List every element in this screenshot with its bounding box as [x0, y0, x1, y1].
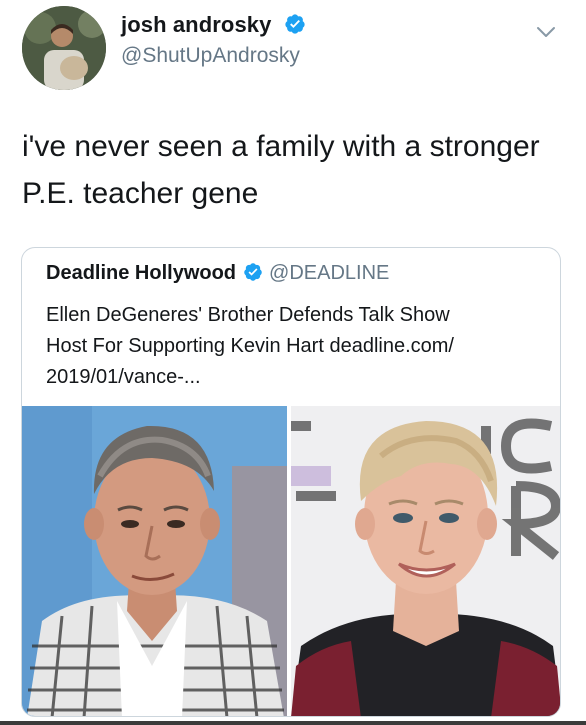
quoted-text-line[interactable]: 2019/01/vance-... — [46, 362, 546, 393]
quoted-author-handle[interactable]: @DEADLINE — [269, 262, 389, 284]
man-portrait-photo[interactable] — [22, 406, 287, 716]
avatar[interactable] — [22, 6, 106, 90]
quoted-text-line: Ellen DeGeneres' Brother Defends Talk Sh… — [46, 304, 450, 326]
author-display-name[interactable]: josh androsky — [121, 12, 306, 38]
quoted-tweet-card[interactable]: Deadline Hollywood @DEADLINE Ellen DeGen… — [21, 247, 561, 717]
quoted-tweet-text: Ellen DeGeneres' Brother Defends Talk Sh… — [46, 300, 546, 393]
tweet-text-line: i've never seen a family with a stronger — [22, 130, 540, 163]
quoted-author-name[interactable]: Deadline Hollywood — [46, 262, 236, 284]
chevron-down-icon[interactable] — [534, 20, 558, 44]
author-handle[interactable]: @ShutUpAndrosky — [121, 44, 300, 68]
author-name-text[interactable]: josh androsky — [121, 12, 271, 37]
verified-badge-icon — [244, 263, 262, 281]
tweet: josh androsky @ShutUpAndrosky i've never… — [0, 0, 586, 725]
avatar-image — [22, 6, 106, 90]
quoted-media[interactable] — [22, 406, 560, 716]
woman-portrait-photo[interactable] — [291, 406, 560, 716]
tweet-text: i've never seen a family with a stronger… — [22, 123, 572, 217]
tweet-text-line: P.E. teacher gene — [22, 177, 259, 210]
divider — [0, 721, 586, 725]
quoted-tweet-header: Deadline Hollywood @DEADLINE — [46, 262, 389, 285]
woman-portrait-image — [291, 406, 560, 716]
quoted-text-line[interactable]: Host For Supporting Kevin Hart deadline.… — [46, 331, 546, 362]
man-portrait-image — [22, 406, 287, 716]
verified-badge-icon — [285, 14, 305, 34]
